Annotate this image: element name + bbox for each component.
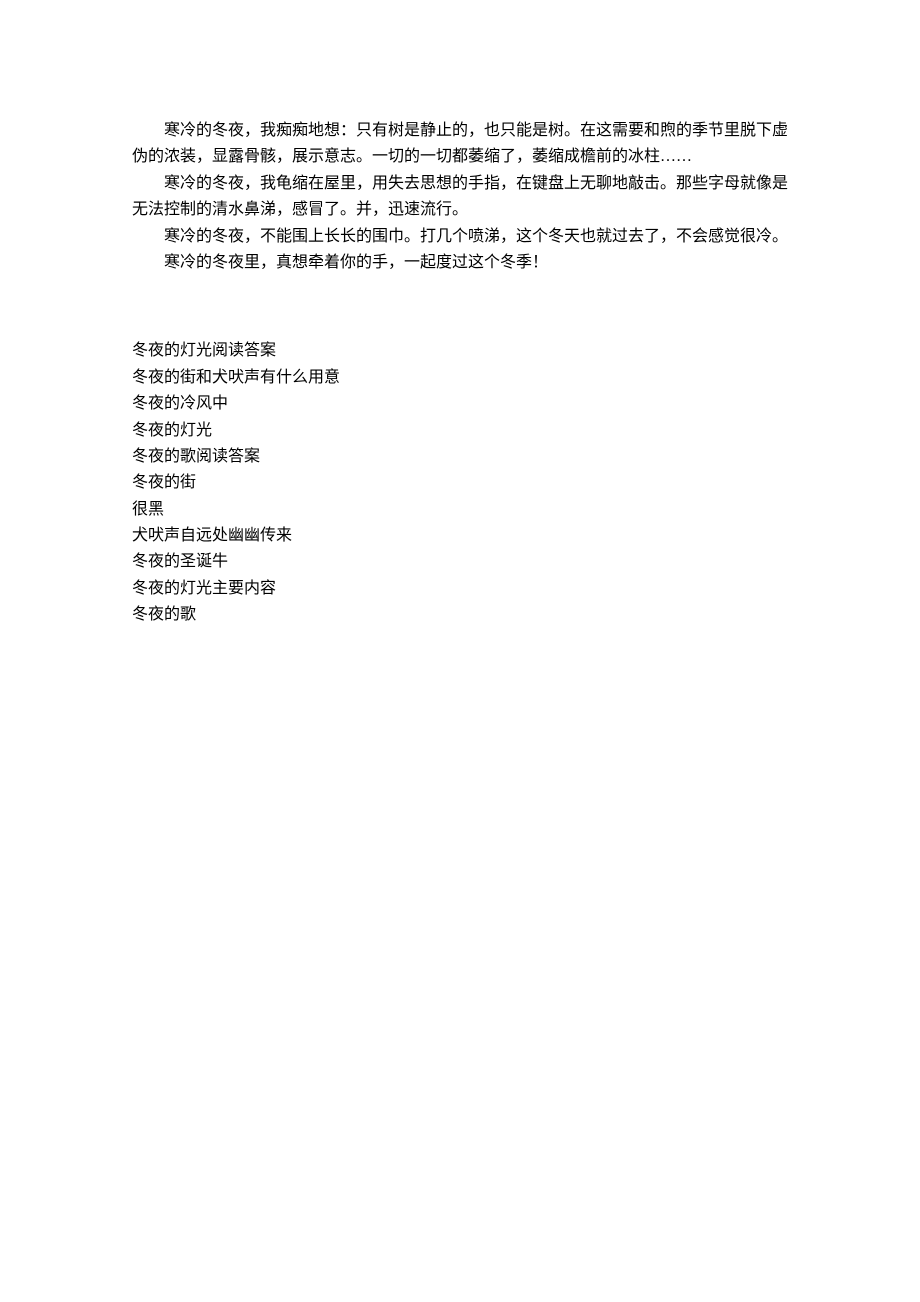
list-item: 冬夜的街 [132,470,788,496]
list-item: 犬吠声自远处幽幽传来 [132,523,788,549]
list-item: 冬夜的歌 [132,602,788,628]
document-page: 寒冷的冬夜，我痴痴地想：只有树是静止的，也只能是树。在这需要和煦的季节里脱下虚伪… [0,0,920,629]
list-item: 冬夜的圣诞牛 [132,549,788,575]
list-item: 冬夜的街和犬吠声有什么用意 [132,365,788,391]
body-paragraph: 寒冷的冬夜里，真想牵着你的手，一起度过这个冬季！ [132,250,788,276]
list-item: 冬夜的灯光阅读答案 [132,338,788,364]
list-item: 冬夜的歌阅读答案 [132,444,788,470]
list-item: 冬夜的灯光 [132,418,788,444]
body-paragraph: 寒冷的冬夜，不能围上长长的围巾。打几个喷涕，这个冬天也就过去了，不会感觉很冷。 [132,224,788,250]
related-list: 冬夜的灯光阅读答案 冬夜的街和犬吠声有什么用意 冬夜的冷风中 冬夜的灯光 冬夜的… [132,338,788,628]
list-item: 冬夜的灯光主要内容 [132,576,788,602]
list-item: 很黑 [132,497,788,523]
list-item: 冬夜的冷风中 [132,391,788,417]
body-paragraph: 寒冷的冬夜，我龟缩在屋里，用失去思想的手指，在键盘上无聊地敲击。那些字母就像是无… [132,171,788,224]
body-paragraph: 寒冷的冬夜，我痴痴地想：只有树是静止的，也只能是树。在这需要和煦的季节里脱下虚伪… [132,118,788,171]
